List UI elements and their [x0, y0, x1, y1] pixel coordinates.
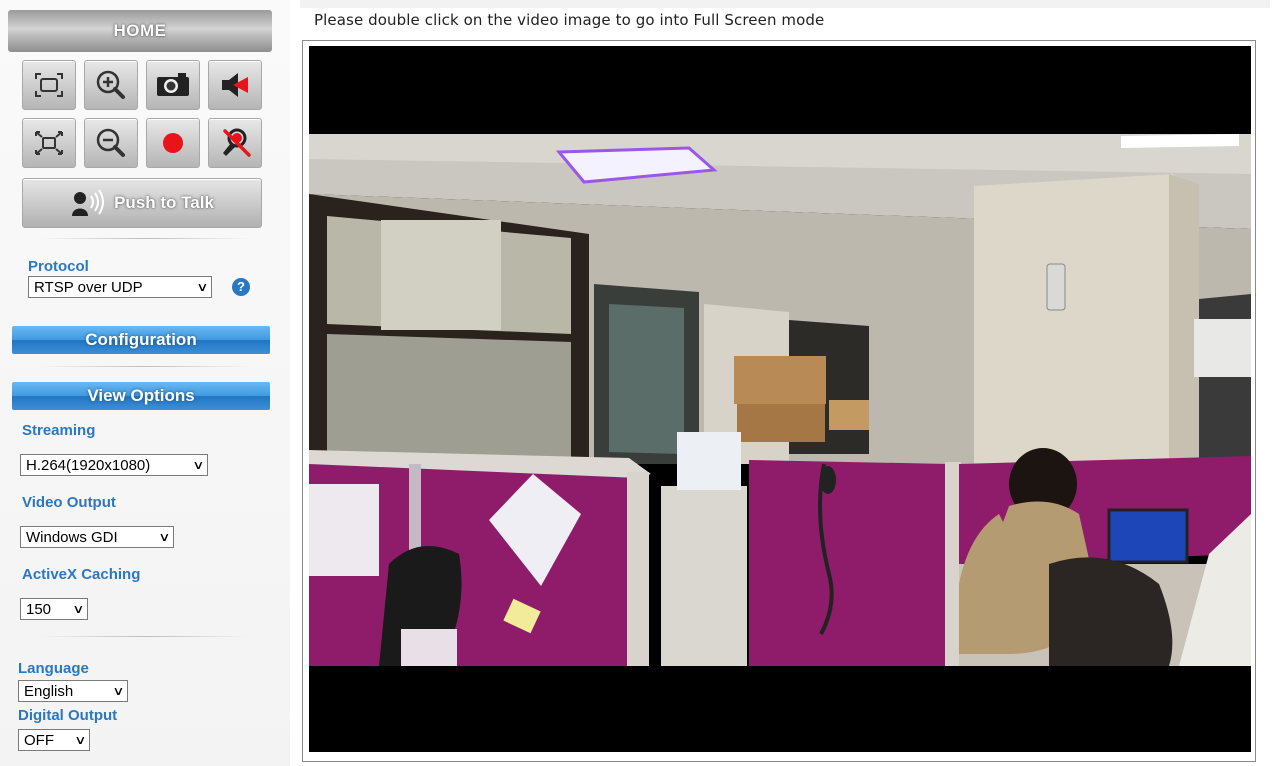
protocol-select-value: RTSP over UDP: [34, 278, 143, 296]
video-viewport[interactable]: [309, 46, 1251, 752]
push-to-talk-icon: [72, 189, 105, 216]
home-button[interactable]: HOME: [8, 10, 272, 52]
language-select[interactable]: English ∨: [18, 680, 128, 702]
chevron-down-icon: ∨: [196, 280, 209, 294]
push-to-talk-label: Push to Talk: [114, 193, 214, 212]
speaker-button[interactable]: [208, 60, 262, 110]
video-output-label: Video Output: [22, 494, 116, 511]
divider: [40, 366, 250, 367]
fit-screen-icon: [35, 73, 63, 97]
divider: [40, 636, 250, 637]
divider: [40, 238, 250, 239]
record-icon: [163, 133, 183, 153]
streaming-label: Streaming: [22, 422, 96, 439]
configuration-button[interactable]: Configuration: [12, 326, 270, 354]
top-strip: [300, 0, 1270, 8]
zoom-out-button[interactable]: [84, 118, 138, 168]
record-button[interactable]: [146, 118, 200, 168]
chevron-down-icon: ∨: [112, 684, 125, 698]
digital-output-select[interactable]: OFF ∨: [18, 729, 90, 751]
activex-caching-select[interactable]: 150 ∨: [20, 598, 88, 620]
view-options-button[interactable]: View Options: [12, 382, 270, 410]
push-to-talk-button[interactable]: Push to Talk: [22, 178, 262, 228]
language-label: Language: [18, 660, 89, 677]
activex-caching-label: ActiveX Caching: [22, 566, 141, 583]
snapshot-camera-icon: [157, 73, 189, 96]
chevron-down-icon: ∨: [74, 733, 87, 747]
camera-video-image: [309, 46, 1251, 752]
sidebar: HOME Push to Talk Protocol RTSP over UDP…: [0, 0, 290, 766]
chevron-down-icon: ∨: [158, 530, 171, 544]
microphone-mute-icon: [223, 128, 251, 157]
streaming-select[interactable]: H.264(1920x1080) ∨: [20, 454, 208, 476]
zoom-out-icon: [96, 128, 125, 157]
fit-screen-button[interactable]: [22, 60, 76, 110]
zoom-in-button[interactable]: [84, 60, 138, 110]
full-size-button[interactable]: [22, 118, 76, 168]
digital-output-select-value: OFF: [24, 731, 54, 749]
speaker-icon: [222, 73, 248, 97]
chevron-down-icon: ∨: [72, 602, 85, 616]
activex-caching-select-value: 150: [26, 600, 52, 618]
video-output-select[interactable]: Windows GDI ∨: [20, 526, 174, 548]
zoom-in-icon: [96, 70, 125, 99]
microphone-button[interactable]: [208, 118, 262, 168]
streaming-select-value: H.264(1920x1080): [26, 456, 151, 474]
chevron-down-icon: ∨: [192, 458, 205, 472]
protocol-label: Protocol: [28, 258, 89, 275]
digital-output-label: Digital Output: [18, 707, 118, 724]
full-size-icon: [35, 131, 63, 155]
language-select-value: English: [24, 682, 74, 700]
fullscreen-hint: Please double click on the video image t…: [314, 11, 825, 29]
help-icon[interactable]: ?: [232, 278, 250, 296]
protocol-select[interactable]: RTSP over UDP ∨: [28, 276, 212, 298]
video-output-select-value: Windows GDI: [26, 528, 118, 546]
snapshot-button[interactable]: [146, 60, 200, 110]
